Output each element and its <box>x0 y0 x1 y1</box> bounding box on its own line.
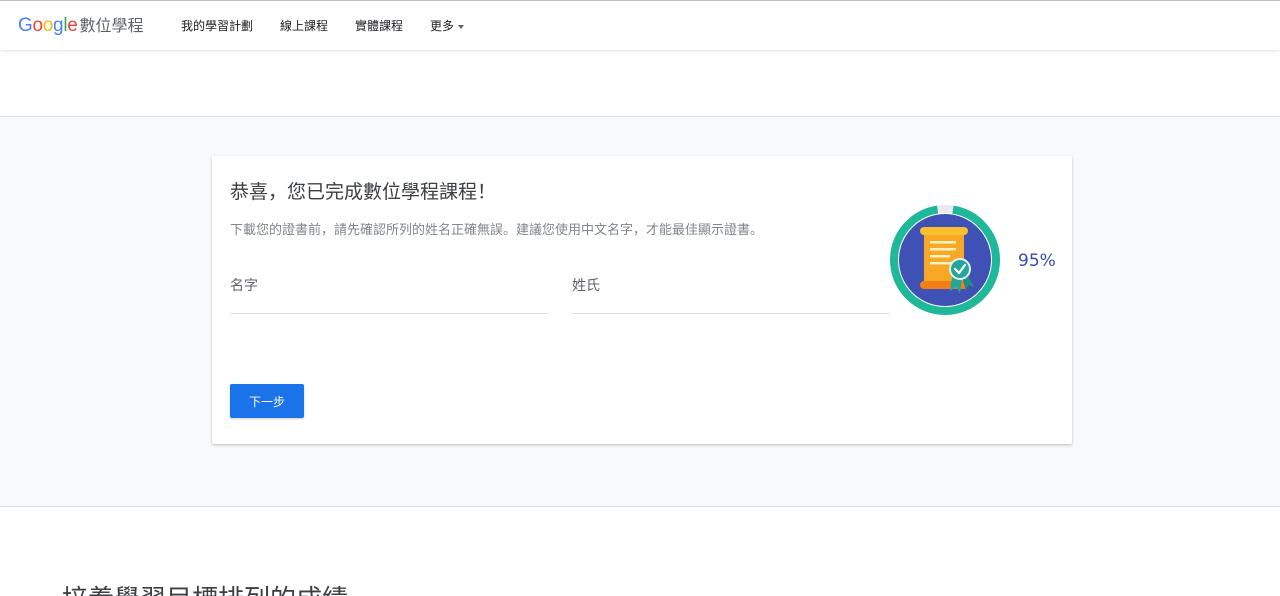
section-heading: 培養學習目標排列的成績 <box>62 585 348 596</box>
nav-my-learning-plan[interactable]: 我的學習計劃 <box>181 17 253 35</box>
caret-down-icon <box>458 24 465 29</box>
google-wordmark: Google <box>18 15 78 36</box>
next-button[interactable]: 下一步 <box>230 384 304 418</box>
certificate-progress-badge <box>890 205 1000 315</box>
last-name-input[interactable] <box>572 274 890 312</box>
main-nav: 我的學習計劃 線上課程 實體課程 更多 <box>181 17 491 35</box>
last-name-field[interactable]: 姓氏 <box>572 274 890 314</box>
nav-more-dropdown[interactable]: 更多 <box>430 17 465 35</box>
logo-product-name: 數位學程 <box>79 16 144 35</box>
nav-online-courses[interactable]: 線上課程 <box>280 17 328 35</box>
nav-in-person-courses[interactable]: 實體課程 <box>355 17 403 35</box>
first-name-input[interactable] <box>230 274 548 312</box>
first-name-field[interactable]: 名字 <box>230 274 548 314</box>
card-title: 恭喜，您已完成數位學程課程！ <box>230 181 497 203</box>
certificate-card: 恭喜，您已完成數位學程課程！ 下載您的證書前，請先確認所列的姓名正確無誤。建議您… <box>212 156 1072 444</box>
card-description: 下載您的證書前，請先確認所列的姓名正確無誤。建議您使用中文名字，才能最佳顯示證書… <box>230 223 764 238</box>
google-digital-learning-logo[interactable]: Google 數位學程 <box>18 15 144 37</box>
progress-percent: 95% <box>1018 251 1056 271</box>
top-navigation-bar: Google 數位學程 我的學習計劃 線上課程 實體課程 更多 <box>0 0 1280 50</box>
